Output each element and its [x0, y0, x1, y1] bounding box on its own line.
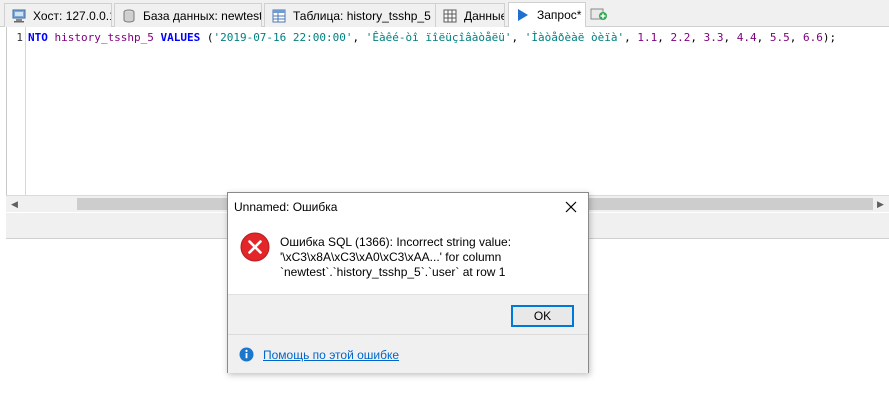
database-icon [121, 8, 137, 24]
dialog-body: Ошибка SQL (1366): Incorrect string valu… [228, 221, 588, 294]
error-message: Ошибка SQL (1366): Incorrect string valu… [280, 235, 580, 280]
tab-table[interactable]: Таблица: history_tsshp_5 [264, 3, 450, 27]
help-link[interactable]: Помощь по этой ошибке [263, 348, 399, 362]
error-dialog: Unnamed: Ошибка Ошибка SQL (1366): Incor… [227, 192, 589, 373]
sql-token: 2.2 [670, 31, 691, 44]
scroll-right-icon[interactable]: ▶ [872, 196, 889, 212]
tab-host[interactable]: Хост: 127.0.0.1 [4, 3, 112, 27]
sql-token: , [352, 31, 366, 44]
line-number-gutter: 1 [7, 27, 26, 195]
tab-query-label: Запрос* [537, 8, 582, 22]
server-icon [11, 8, 27, 24]
tab-database[interactable]: База данных: newtest [114, 3, 262, 27]
tab-query[interactable]: Запрос* [508, 2, 586, 27]
tab-database-label: База данных: newtest [143, 8, 262, 23]
tab-data[interactable]: Данные [435, 3, 505, 27]
table-icon [271, 8, 287, 24]
ok-button[interactable]: OK [511, 305, 574, 327]
sql-token: 6.6 [802, 31, 823, 44]
sql-token: , [657, 31, 671, 44]
play-icon [515, 7, 531, 23]
sql-token: , [511, 31, 525, 44]
sql-token: , [756, 31, 770, 44]
sql-token: , [690, 31, 704, 44]
sql-token: , [624, 31, 638, 44]
sql-token: 5.5 [769, 31, 790, 44]
dialog-title-bar[interactable]: Unnamed: Ошибка [228, 193, 588, 221]
error-message-line-3: `newtest`.`history_tsshp_5`.`user` at ro… [280, 265, 506, 279]
sql-token: 'Êàêé-òî ïîëüçîâàòåëü' [365, 31, 512, 44]
sql-token: 4.4 [736, 31, 757, 44]
error-message-line-2: '\xC3\x8A\xC3\xA0\xC3\xAA...' for column [280, 250, 502, 264]
sql-editor[interactable]: 1 NTO history_tsshp_5 VALUES ('2019-07-1… [6, 27, 889, 195]
new-query-tab-icon[interactable] [590, 7, 608, 21]
data-grid-icon [442, 8, 458, 24]
sql-token: 3.3 [703, 31, 724, 44]
line-number: 1 [16, 31, 23, 44]
error-message-line-1: Ошибка SQL (1366): Incorrect string valu… [280, 235, 512, 249]
sql-token: 1.1 [637, 31, 658, 44]
sql-token: '2019-07-16 22:00:00' [213, 31, 353, 44]
scroll-left-icon[interactable]: ◀ [6, 196, 23, 212]
dialog-title: Unnamed: Ошибка [234, 200, 338, 214]
close-icon[interactable] [554, 193, 588, 221]
sql-token: , [723, 31, 737, 44]
tab-table-label: Таблица: history_tsshp_5 [293, 8, 431, 23]
sql-token: NTO [28, 31, 55, 44]
query-tab-strip: Хост: 127.0.0.1 База данных: newtest Таб… [0, 0, 889, 27]
sql-token: VALUES [160, 31, 207, 44]
info-icon [239, 347, 254, 362]
tab-data-label: Данные [464, 8, 505, 23]
dialog-footer: Помощь по этой ошибке [228, 334, 588, 373]
sql-token: ); [822, 31, 837, 44]
sql-token: 'Ìàòåðèàë òèïà' [524, 31, 625, 44]
sql-code-line[interactable]: NTO history_tsshp_5 VALUES ('2019-07-16 … [28, 31, 836, 44]
error-icon [240, 232, 270, 262]
tab-host-label: Хост: 127.0.0.1 [33, 8, 112, 23]
dialog-button-bar: OK [228, 294, 588, 334]
sql-token: history_tsshp_5 [54, 31, 161, 44]
sql-token: , [789, 31, 803, 44]
